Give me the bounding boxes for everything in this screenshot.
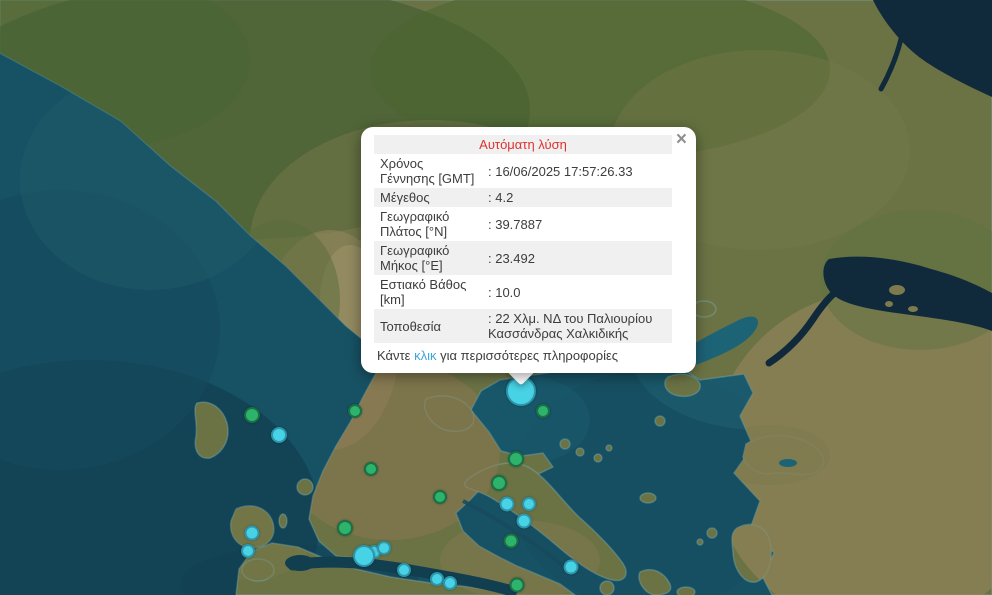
popup-row: Γεωγραφικό Μήκος [°E]: 23.492 bbox=[374, 241, 672, 275]
more-info-link[interactable]: κλικ bbox=[414, 348, 436, 363]
earthquake-marker[interactable] bbox=[397, 563, 411, 577]
popup-footer: Κάντε κλικ για περισσότερες πληροφορίες bbox=[374, 348, 672, 363]
footer-text-suffix: για περισσότερες πληροφορίες bbox=[436, 348, 618, 363]
earthquake-marker[interactable] bbox=[510, 578, 525, 593]
earthquake-marker[interactable] bbox=[245, 526, 260, 541]
row-label: Τοποθεσία bbox=[374, 309, 482, 343]
earthquake-marker[interactable] bbox=[337, 520, 353, 536]
row-value: : 16/06/2025 17:57:26.33 bbox=[482, 154, 672, 188]
earthquake-marker[interactable] bbox=[500, 497, 515, 512]
earthquake-marker[interactable] bbox=[348, 404, 362, 418]
earthquake-marker[interactable] bbox=[517, 514, 532, 529]
popup-row: Μέγεθος: 4.2 bbox=[374, 188, 672, 207]
earthquake-marker[interactable] bbox=[430, 572, 444, 586]
popup-title: Αυτόματη λύση bbox=[374, 135, 672, 154]
popup-content: Αυτόματη λύση Χρόνος Γέννησης [GMT]: 16/… bbox=[374, 135, 672, 363]
earthquake-marker[interactable] bbox=[271, 427, 287, 443]
earthquake-marker[interactable] bbox=[244, 407, 260, 423]
row-value: : 23.492 bbox=[482, 241, 672, 275]
earthquake-marker[interactable] bbox=[564, 560, 579, 575]
earthquake-marker[interactable] bbox=[491, 475, 507, 491]
row-label: Γεωγραφικό Μήκος [°E] bbox=[374, 241, 482, 275]
earthquake-marker[interactable] bbox=[443, 576, 457, 590]
row-value: : 39.7887 bbox=[482, 207, 672, 241]
earthquake-marker[interactable] bbox=[522, 497, 536, 511]
earthquake-marker[interactable] bbox=[508, 451, 524, 467]
popup-close-button[interactable]: × bbox=[673, 128, 690, 151]
earthquake-marker[interactable] bbox=[504, 534, 519, 549]
earthquake-popup: × Αυτόματη λύση Χρόνος Γέννησης [GMT]: 1… bbox=[361, 127, 696, 373]
row-value: : 10.0 bbox=[482, 275, 672, 309]
row-label: Γεωγραφικό Πλάτος [°N] bbox=[374, 207, 482, 241]
earthquake-marker[interactable] bbox=[377, 541, 391, 555]
earthquake-marker[interactable] bbox=[433, 490, 447, 504]
row-value: : 22 Χλμ. ΝΔ του Παλιουρίου Κασσάνδρας Χ… bbox=[482, 309, 672, 343]
earthquake-marker[interactable] bbox=[536, 404, 550, 418]
footer-text-prefix: Κάντε bbox=[377, 348, 414, 363]
row-label: Χρόνος Γέννησης [GMT] bbox=[374, 154, 482, 188]
popup-row: Τοποθεσία: 22 Χλμ. ΝΔ του Παλιουρίου Κασ… bbox=[374, 309, 672, 343]
row-label: Μέγεθος bbox=[374, 188, 482, 207]
earthquake-marker[interactable] bbox=[353, 545, 375, 567]
earthquake-marker[interactable] bbox=[364, 462, 378, 476]
earthquake-details-table: Αυτόματη λύση Χρόνος Γέννησης [GMT]: 16/… bbox=[374, 135, 672, 343]
earthquake-marker[interactable] bbox=[241, 544, 255, 558]
row-value: : 4.2 bbox=[482, 188, 672, 207]
popup-row: Εστιακό Βάθος [km]: 10.0 bbox=[374, 275, 672, 309]
popup-row: Χρόνος Γέννησης [GMT]: 16/06/2025 17:57:… bbox=[374, 154, 672, 188]
popup-row: Γεωγραφικό Πλάτος [°N]: 39.7887 bbox=[374, 207, 672, 241]
row-label: Εστιακό Βάθος [km] bbox=[374, 275, 482, 309]
